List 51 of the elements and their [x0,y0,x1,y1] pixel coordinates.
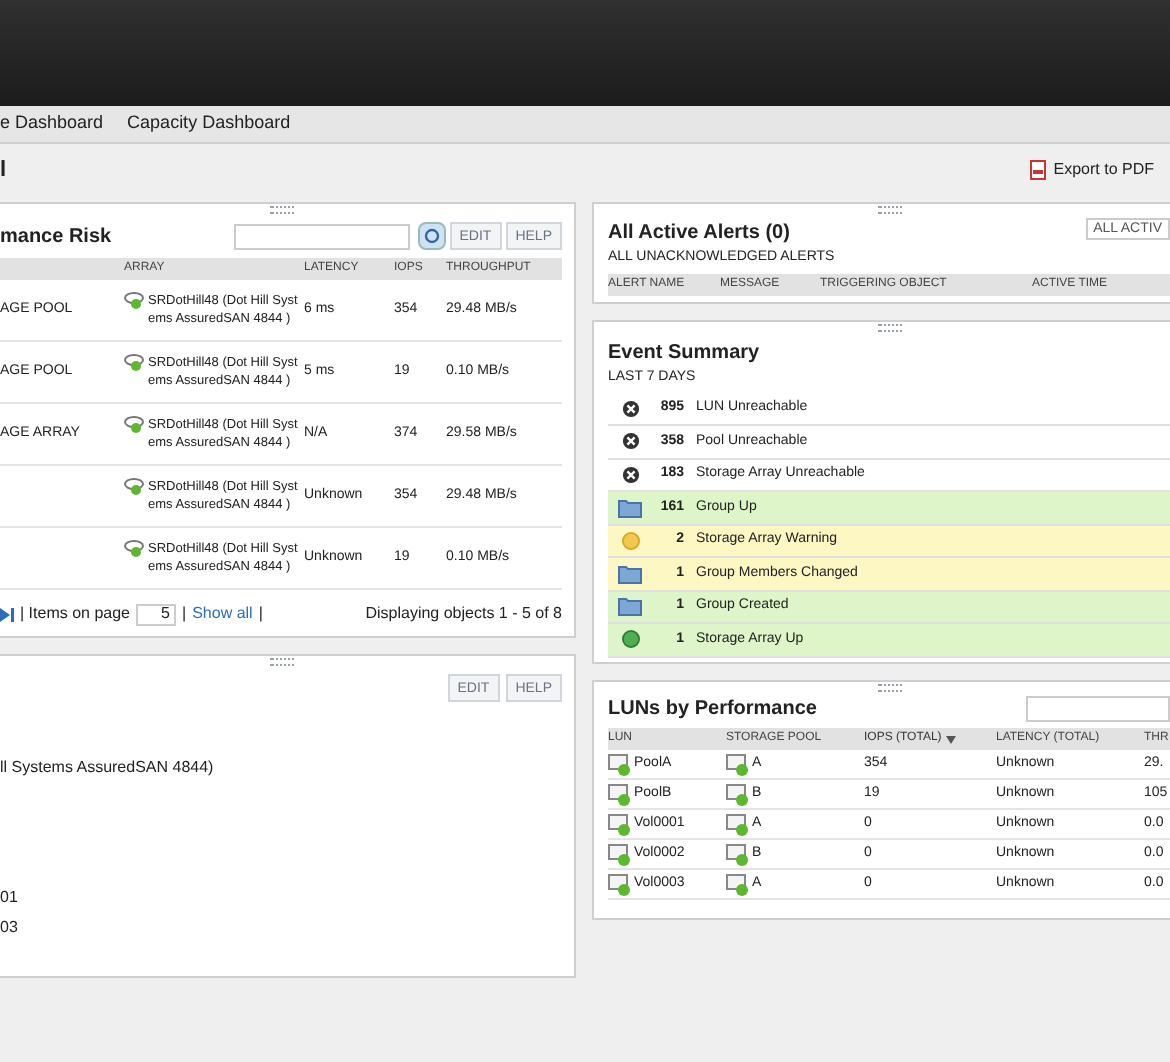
storage-icon [726,753,750,775]
drag-handle[interactable] [877,206,901,214]
error-icon [621,465,639,484]
search-field[interactable] [233,223,410,249]
drag-handle[interactable] [877,684,901,692]
pdf-icon [1029,160,1046,180]
storage-icon [726,813,750,835]
storage-icon [608,753,632,775]
panel-title: LUNs by Performance [608,696,817,724]
error-icon [621,399,639,418]
storage-icon [608,843,632,865]
storage-icon [726,783,750,805]
nav-link[interactable]: Capacity Dashboard [127,110,291,138]
drag-handle[interactable] [269,206,293,214]
last-page-icon[interactable] [0,607,14,621]
show-all-link[interactable]: Show all [192,602,253,626]
array-status-icon [124,354,148,372]
nav-link[interactable]: e Dashboard [0,110,104,138]
detail-text: 01 [0,886,20,910]
array-status-icon [124,416,148,434]
detail-text: 03 [0,916,20,940]
panel-title: mance Risk [0,223,112,251]
array-status-icon [124,540,148,558]
drag-handle[interactable] [269,658,293,666]
panel-title: All Active Alerts (0) [608,220,790,248]
folder-icon [618,497,642,518]
separator: | [258,602,263,626]
sort-descending-icon [945,735,956,743]
folder-icon [618,563,642,584]
detail-text: ll Systems AssuredSAN 4844) [0,756,216,780]
array-status-icon [124,478,148,496]
folder-icon [618,596,642,617]
array-status-icon [124,292,148,310]
storage-icon [608,783,632,805]
items-per-page-field[interactable]: 5 [136,603,176,625]
page-title: l [0,155,7,186]
export-pdf-button[interactable]: Export to PDF [1029,158,1154,182]
search-field[interactable] [1026,696,1170,722]
panel-title: Event Summary [608,340,762,368]
drag-handle[interactable] [877,324,901,332]
warning-icon [621,531,639,550]
storage-icon [608,873,632,895]
storage-icon [608,813,632,835]
search-button[interactable] [417,222,446,250]
items-label: | Items on page [20,602,130,626]
storage-icon [726,843,750,865]
separator: | [182,602,187,626]
storage-icon [726,873,750,895]
error-icon [621,432,639,451]
up-status-icon [621,630,639,649]
display-count: Displaying objects 1 - 5 of 8 [365,602,562,626]
